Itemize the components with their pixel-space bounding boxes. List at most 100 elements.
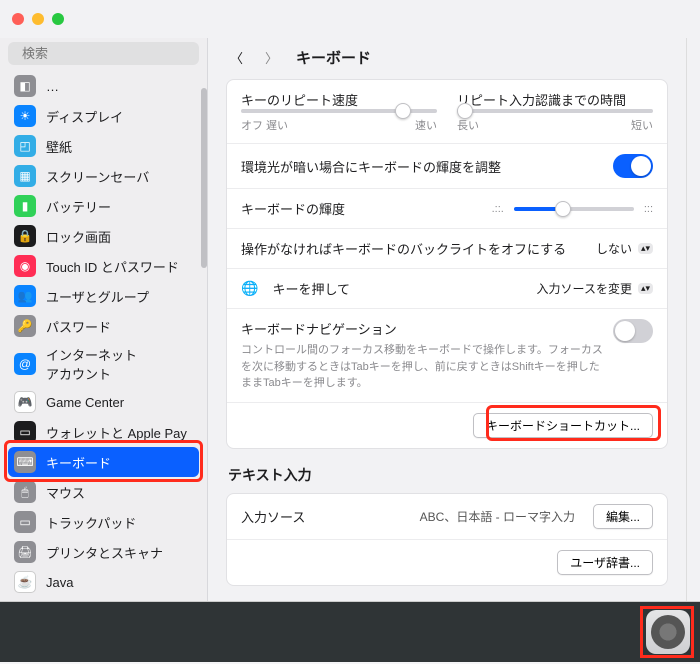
mouse-icon: 🖱 xyxy=(14,481,36,503)
sidebar-item-printers[interactable]: 🖨 プリンタとスキャナ xyxy=(8,537,199,567)
sidebar: ◧… ☀ディスプレイ ◰壁紙 ▦スクリーンセーバ ▮バッテリー 🔒ロック画面 ◉… xyxy=(0,38,208,601)
brightness-low-icon: .::. xyxy=(492,203,504,215)
sidebar-item-wallet[interactable]: ▭ ウォレットと Apple Pay xyxy=(8,417,199,447)
sidebar-item-label: Game Center xyxy=(46,395,124,410)
sidebar-item-screensaver[interactable]: ▦ スクリーンセーバ xyxy=(8,161,199,191)
gamecenter-icon: 🎮 xyxy=(14,391,36,413)
delay-column: リピート入力認識までの時間 長い短い xyxy=(457,90,653,133)
key-icon: 🔑 xyxy=(14,315,36,337)
keyboard-icon: ⌨ xyxy=(14,451,36,473)
generic-icon: ◧ xyxy=(14,75,36,97)
sidebar-item-label: スクリーンセーバ xyxy=(46,167,149,186)
ambient-light-label: 環境光が暗い場合にキーボードの輝度を調整 xyxy=(241,157,603,176)
nav-forward-button[interactable]: 〉 xyxy=(261,46,282,69)
window-controls xyxy=(12,13,64,25)
sidebar-item-users[interactable]: 👥 ユーザとグループ xyxy=(8,281,199,311)
sidebar-item-mouse[interactable]: 🖱 マウス xyxy=(8,477,199,507)
sidebar-item-internet-accounts[interactable]: @ インターネット アカウント xyxy=(8,341,199,387)
system-settings-window: ◧… ☀ディスプレイ ◰壁紙 ▦スクリーンセーバ ▮バッテリー 🔒ロック画面 ◉… xyxy=(0,0,700,602)
globe-key-popup[interactable]: 入力ソースを変更▴▾ xyxy=(537,280,653,297)
backlight-off-popup[interactable]: しない▴▾ xyxy=(596,240,653,257)
text-input-panel: 入力ソース ABC、日本語 - ローマ字入力 編集... ユーザ辞書... xyxy=(226,493,668,586)
input-source-label: 入力ソース xyxy=(241,507,410,526)
keyboard-nav-label: キーボードナビゲーション xyxy=(241,319,603,338)
nav-back-button[interactable]: 〈 xyxy=(226,46,247,69)
sidebar-item-label: パスワード xyxy=(46,317,111,336)
keyboard-nav-desc: コントロール間のフォーカス移動をキーボードで操作します。フォーカスを次に移動する… xyxy=(241,342,603,392)
keyboard-nav-toggle[interactable] xyxy=(613,319,653,343)
sidebar-item-keyboard[interactable]: ⌨ キーボード xyxy=(8,447,199,477)
search-input[interactable] xyxy=(22,46,198,61)
user-dictionary-button[interactable]: ユーザ辞書... xyxy=(557,550,653,575)
sidebar-item-java[interactable]: ☕ Java xyxy=(8,567,199,597)
slider-max-label: 速い xyxy=(415,117,437,133)
close-icon[interactable] xyxy=(12,13,24,25)
text-input-section-title: テキスト入力 xyxy=(228,465,666,485)
sidebar-item-gamecenter[interactable]: 🎮 Game Center xyxy=(8,387,199,417)
sidebar-item-label: ウォレットと Apple Pay xyxy=(46,423,187,442)
sidebar-item-passwords[interactable]: 🔑 パスワード xyxy=(8,311,199,341)
keyboard-shortcuts-button[interactable]: キーボードショートカット... xyxy=(473,413,653,438)
lock-icon: 🔒 xyxy=(14,225,36,247)
titlebar xyxy=(0,0,700,38)
sidebar-item-label: ロック画面 xyxy=(46,227,111,246)
display-icon: ☀ xyxy=(14,105,36,127)
page-title: キーボード xyxy=(296,47,371,68)
sidebar-item-label: Touch ID とパスワード xyxy=(46,257,179,276)
screensaver-icon: ▦ xyxy=(14,165,36,187)
sidebar-item-label: 壁紙 xyxy=(46,137,72,156)
fingerprint-icon: ◉ xyxy=(14,255,36,277)
globe-icon: 🌐 xyxy=(241,280,258,297)
main-scroll[interactable]: キーのリピート速度 オフ 遅い速い リピート入力認識までの時間 長い短い xyxy=(208,79,686,601)
sidebar-item-truncated[interactable]: ◧… xyxy=(8,71,199,101)
sidebar-item-label: インターネット アカウント xyxy=(46,345,137,383)
sidebar-item-battery[interactable]: ▮バッテリー xyxy=(8,191,199,221)
at-icon: @ xyxy=(14,353,36,375)
sidebar-item-label: ユーザとグループ xyxy=(46,287,149,306)
sidebar-item-label: … xyxy=(46,79,59,94)
gear-icon xyxy=(651,615,685,649)
backlight-off-label: 操作がなければキーボードのバックライトをオフにする xyxy=(241,239,586,258)
sidebar-item-label: バッテリー xyxy=(46,197,111,216)
sidebar-item-label: ディスプレイ xyxy=(46,107,123,126)
trackpad-icon: ▭ xyxy=(14,511,36,533)
sidebar-item-label: Java xyxy=(46,575,73,590)
wallpaper-icon: ◰ xyxy=(14,135,36,157)
chevron-updown-icon: ▴▾ xyxy=(638,243,653,254)
wallet-icon: ▭ xyxy=(14,421,36,443)
repeat-panel: キーのリピート速度 オフ 遅い速い リピート入力認識までの時間 長い短い xyxy=(226,79,668,449)
sidebar-item-trackpad[interactable]: ▭トラックパッド xyxy=(8,507,199,537)
chevron-updown-icon: ▴▾ xyxy=(638,283,653,294)
globe-key-label: キーを押して xyxy=(272,279,526,298)
keyboard-brightness-slider[interactable] xyxy=(514,207,634,211)
key-repeat-column: キーのリピート速度 オフ 遅い速い xyxy=(241,90,437,133)
system-settings-dock-icon[interactable] xyxy=(646,610,690,654)
printer-icon: 🖨 xyxy=(14,541,36,563)
delay-slider[interactable] xyxy=(457,109,653,113)
minimize-icon[interactable] xyxy=(32,13,44,25)
sidebar-scrollbar[interactable] xyxy=(201,88,207,268)
slider-min-label: オフ 遅い xyxy=(241,117,288,133)
main-header: 〈 〉 キーボード xyxy=(208,38,686,79)
input-source-value: ABC、日本語 - ローマ字入力 xyxy=(420,508,575,525)
sidebar-item-label: プリンタとスキャナ xyxy=(46,543,163,562)
main-scrollbar-track[interactable] xyxy=(686,38,700,601)
sidebar-item-touchid[interactable]: ◉ Touch ID とパスワード xyxy=(8,251,199,281)
dock-area xyxy=(0,602,700,662)
sidebar-item-display[interactable]: ☀ ディスプレイ xyxy=(8,101,199,131)
key-repeat-slider[interactable] xyxy=(241,109,437,113)
sidebar-item-wallpaper[interactable]: ◰ 壁紙 xyxy=(8,131,199,161)
brightness-high-icon: ::: xyxy=(644,203,653,215)
sidebar-item-label: マウス xyxy=(46,483,85,502)
sidebar-item-lockscreen[interactable]: 🔒 ロック画面 xyxy=(8,221,199,251)
main-pane: 〈 〉 キーボード キーのリピート速度 オフ 遅い速い xyxy=(208,38,686,601)
users-icon: 👥 xyxy=(14,285,36,307)
java-icon: ☕ xyxy=(14,571,36,593)
search-field[interactable] xyxy=(8,42,199,65)
sidebar-item-label: キーボード xyxy=(46,453,111,472)
ambient-light-toggle[interactable] xyxy=(613,154,653,178)
maximize-icon[interactable] xyxy=(52,13,64,25)
edit-input-source-button[interactable]: 編集... xyxy=(593,504,653,529)
keyboard-brightness-label: キーボードの輝度 xyxy=(241,199,482,218)
content-split: ◧… ☀ディスプレイ ◰壁紙 ▦スクリーンセーバ ▮バッテリー 🔒ロック画面 ◉… xyxy=(0,38,700,601)
